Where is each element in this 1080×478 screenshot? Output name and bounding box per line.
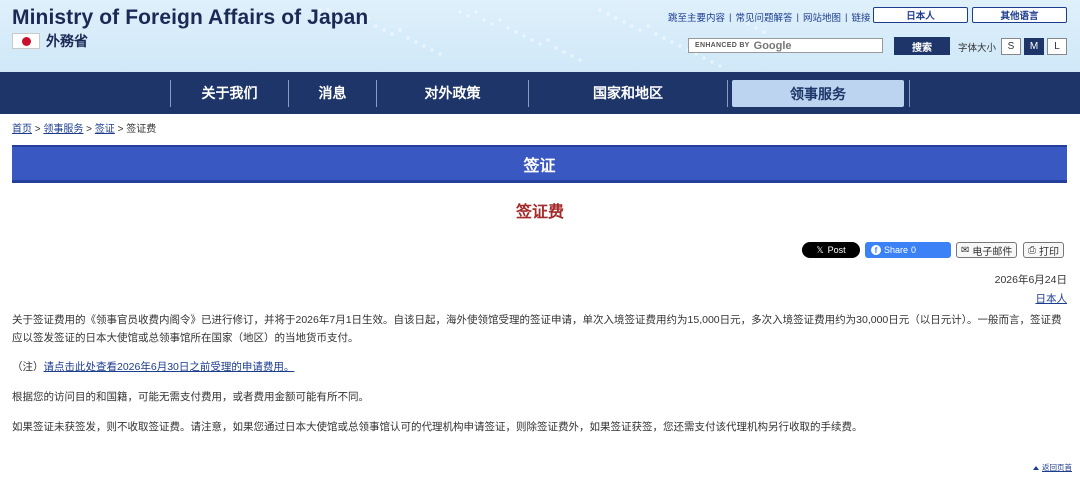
skip-to-content-link[interactable]: 跳至主要内容 xyxy=(664,10,729,24)
google-brand-label: Google xyxy=(753,39,792,52)
arrow-up-icon xyxy=(1033,465,1039,470)
site-logo-english[interactable]: Ministry of Foreign Affairs of Japan xyxy=(12,6,368,30)
site-logo-japanese[interactable]: 外務省 xyxy=(12,31,88,51)
breadcrumb: 首页 > 领事服务 > 签证 > 签证费 xyxy=(12,124,157,135)
nav-item-consular-services[interactable]: 领事服务 xyxy=(732,80,904,107)
japanese-page-link[interactable]: 日本人 xyxy=(1036,291,1068,306)
font-size-small-button[interactable]: S xyxy=(1001,38,1021,55)
nav-item-news[interactable]: 消息 xyxy=(289,72,376,114)
facebook-icon: f xyxy=(871,245,881,255)
note-line: （注）请点击此处查看2026年6月30日之前受理的申请费用。 xyxy=(12,358,1067,376)
publish-date: 2026年6月24日 xyxy=(994,274,1067,286)
nav-item-about-us[interactable]: 关于我们 xyxy=(171,72,288,114)
email-button[interactable]: ✉ 电子邮件 xyxy=(956,242,1018,258)
breadcrumb-consular-link[interactable]: 领事服务 xyxy=(43,124,83,135)
facebook-share-button[interactable]: f Share 0 xyxy=(865,242,951,258)
breadcrumb-visa-link[interactable]: 签证 xyxy=(95,124,115,135)
envelope-icon: ✉ xyxy=(961,244,970,256)
font-size-label: 字体大小 xyxy=(958,43,997,54)
site-header: Ministry of Foreign Affairs of Japan 外務省… xyxy=(0,0,1080,72)
japan-flag-icon xyxy=(12,33,40,49)
x-logo-icon: 𝕏 xyxy=(816,244,824,255)
page-subtitle: 签证费 xyxy=(515,204,564,221)
main-navigation: 关于我们 消息 对外政策 国家和地区 领事服务 xyxy=(0,72,1080,114)
sitemap-link[interactable]: 网站地图 xyxy=(799,10,845,24)
search-prefix: ENHANCED BY xyxy=(695,42,750,49)
nav-item-foreign-policy[interactable]: 对外政策 xyxy=(377,72,528,114)
search-input[interactable]: ENHANCED BY Google xyxy=(688,38,883,53)
utility-links: 跳至主要内容 | 常见问题解答 | 网站地图 | 链接 xyxy=(664,10,874,25)
site-logo-japanese-text: 外務省 xyxy=(46,33,88,49)
print-button[interactable]: ⎙ 打印 xyxy=(1023,242,1064,258)
paragraph-fee-revision: 关于签证费用的《领事官员收费内阁令》已进行修订，并将于2026年7月1日生效。自… xyxy=(12,314,1062,344)
page-title: 签证 xyxy=(523,157,556,175)
previous-fees-link[interactable]: 请点击此处查看2026年6月30日之前受理的申请费用。 xyxy=(44,361,295,373)
back-to-top-link[interactable]: 返回页首 xyxy=(1033,462,1072,473)
breadcrumb-current: 签证费 xyxy=(126,124,157,135)
other-languages-button[interactable]: 其他语言 xyxy=(972,7,1067,23)
breadcrumb-home-link[interactable]: 首页 xyxy=(12,124,32,135)
font-size-medium-button[interactable]: M xyxy=(1024,38,1044,55)
note-prefix: （注） xyxy=(12,361,44,373)
nav-item-countries-regions[interactable]: 国家和地区 xyxy=(529,72,727,114)
printer-icon: ⎙ xyxy=(1028,244,1036,256)
page-title-bar: 签证 xyxy=(12,145,1067,183)
japanese-language-button[interactable]: 日本人 xyxy=(873,7,968,23)
faq-link[interactable]: 常见问题解答 xyxy=(731,10,796,24)
links-link[interactable]: 链接 xyxy=(847,10,874,24)
font-size-large-button[interactable]: L xyxy=(1047,38,1067,55)
post-x-button[interactable]: 𝕏 Post xyxy=(802,242,860,258)
search-button[interactable]: 搜索 xyxy=(894,37,950,55)
paragraph-fee-variation: 根据您的访问目的和国籍，可能无需支付费用，或者费用金额可能有所不同。 xyxy=(12,391,369,403)
paragraph-no-fee-if-refused: 如果签证未获签发，则不收取签证费。请注意，如果您通过日本大使馆或总领事馆认可的代… xyxy=(12,421,863,433)
